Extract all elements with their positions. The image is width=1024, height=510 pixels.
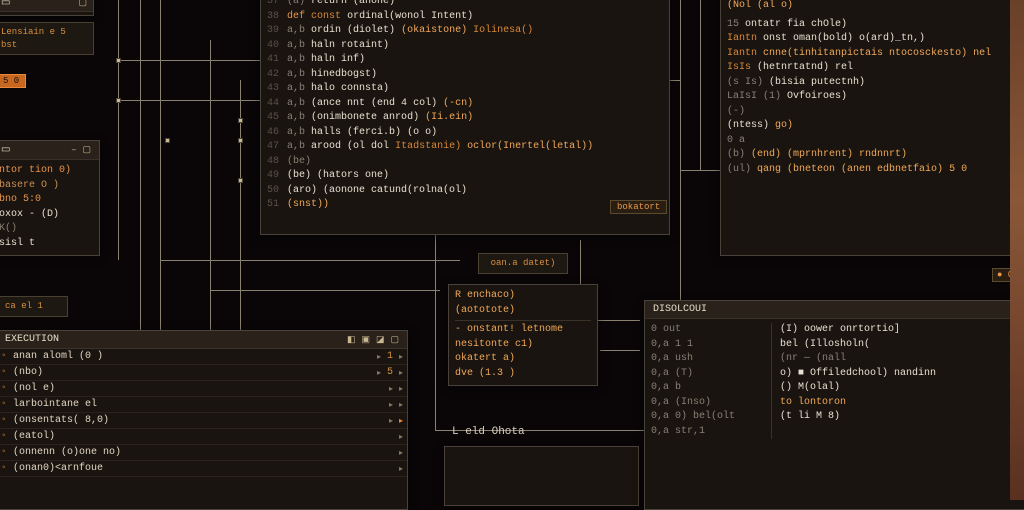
panel-popup: R enchaco) (aototote) - onstant! letnome… xyxy=(448,284,598,386)
line: - onstant! letnome xyxy=(455,323,591,338)
line: 0,a b xyxy=(651,381,761,396)
code-line: 47a,b arood (ol dol Itadstanie) oclor(In… xyxy=(267,140,663,155)
panel-right-top: (Nol (al o) 15 ontatr fia chOle) Iantn o… xyxy=(720,0,1024,256)
code-line: 50(aro) (aonone catund(rolna(ol) xyxy=(267,184,663,199)
line: 0,a (Inso) xyxy=(651,396,761,411)
line: (nr — (nall xyxy=(780,352,1023,367)
left-slice: Lensiain e 5 bst xyxy=(0,22,94,55)
left-tiny-label: ca el 1 xyxy=(0,296,68,317)
line: sisl t xyxy=(0,237,93,252)
line: 0,a 0) bel(olt xyxy=(651,410,761,425)
line: 0,a (T) xyxy=(651,367,761,382)
close-icon[interactable]: ▢ xyxy=(78,0,87,8)
line: ntor tion 0) xyxy=(0,164,93,179)
line: (aototote) xyxy=(455,304,591,319)
line: bel (Illosholn( xyxy=(780,338,1023,353)
exec-row[interactable]: ◦larbointane el▸▸ xyxy=(0,397,407,413)
panel-main-code: 37(a) return (anone) 38def const ordinal… xyxy=(260,0,670,235)
line: (-) xyxy=(727,105,1023,120)
code-line: 41a,b haln inf) xyxy=(267,53,663,68)
code-line: 37(a) return (anone) xyxy=(267,0,663,10)
line: () M(olal) xyxy=(780,381,1023,396)
line: to lontoron xyxy=(780,396,1023,411)
line: LaIsI (1) Ovfoiroes) xyxy=(727,90,1023,105)
line: 15 ontatr fia chOle) xyxy=(727,18,1023,33)
line: 0,a 1 1 xyxy=(651,338,761,353)
sq-icon[interactable]: ▢ xyxy=(82,145,91,155)
code-line: 51(snst)) xyxy=(267,198,663,213)
text: oan.a datet) xyxy=(485,257,561,270)
exec-row[interactable]: ◦anan aloml (0 )▸1▸ xyxy=(0,349,407,365)
side-label: oan.a datet) xyxy=(478,253,568,274)
code-line: 40a,b haln rotaint) xyxy=(267,39,663,54)
line: (ntess) go) xyxy=(727,119,1023,134)
exec-row[interactable]: ◦(onnenn (o)one no)▸ xyxy=(0,445,407,461)
code-line: 45a,b (onimbonete anrod) (Ii.ein) xyxy=(267,111,663,126)
line: Iantn cnne(tinhitanpictais ntocosckesto)… xyxy=(727,47,1023,62)
line: (b) (end) (mprnhrent) rndnnrt) xyxy=(727,148,1023,163)
icon-a[interactable]: ◧ xyxy=(347,335,356,345)
panel-title: ▭ xyxy=(1,0,10,9)
exec-row[interactable]: ◦(eatol)▸ xyxy=(0,429,407,445)
panel-top-left: ▭ ▢ xyxy=(0,0,94,16)
line: (s Is) (bisia putectnh) xyxy=(727,76,1023,91)
panel-title: EXECUTION xyxy=(5,334,59,345)
panel-below-caption xyxy=(444,446,639,506)
icon-d[interactable]: ▢ xyxy=(390,335,399,345)
line: (Nol (al o) xyxy=(727,0,1023,14)
line: bno 5:0 xyxy=(0,193,93,208)
line: 0,a ush xyxy=(651,352,761,367)
exec-row[interactable]: ◦(onan0)<arnfoue▸ xyxy=(0,461,407,477)
exec-row[interactable]: ◦(nbo)▸5▸ xyxy=(0,365,407,381)
exec-row[interactable]: ◦(onsentats( 8,0)▸▸ xyxy=(0,413,407,429)
panel-title: ▭ xyxy=(1,144,10,156)
line: okatert a) xyxy=(455,352,591,367)
line: dve (1.3 ) xyxy=(455,367,591,382)
panel-execution: EXECUTION ◧ ▣ ◪ ▢ ◦anan aloml (0 )▸1▸ ◦(… xyxy=(0,330,408,510)
line: Iantn onst oman(bold) o(ard)_tn,) xyxy=(727,32,1023,47)
icon-b[interactable]: ▣ xyxy=(361,335,370,345)
panel-right-bottom: DISOLCOUI ⚙ 0 out 0,a 1 1 0,a ush 0,a (T… xyxy=(644,300,1024,510)
text: ca el 1 xyxy=(5,300,61,313)
line: R enchaco) xyxy=(455,289,591,304)
code-line: 43a,b halo connsta) xyxy=(267,82,663,97)
line: (t li M 8) xyxy=(780,410,1023,425)
image-edge xyxy=(1010,0,1024,500)
code-line: 48(be) xyxy=(267,155,663,170)
exec-row[interactable]: ◦(nol e)▸▸ xyxy=(0,381,407,397)
marker-pill: 5 0 xyxy=(0,74,26,88)
line: o) ■ Offiledchool) nandinn xyxy=(780,367,1023,382)
line: 0 out xyxy=(651,323,761,338)
code-line: 38def const ordinal(wonol Intent) xyxy=(267,10,663,25)
line: (ul) qang (bneteon (anen edbnetfaio) 5 0 xyxy=(727,163,1023,178)
line: basere O ) xyxy=(0,179,93,194)
code-line: 49(be) (hators one) xyxy=(267,169,663,184)
line: oxox - (D) xyxy=(0,208,93,223)
line: 0,a str,1 xyxy=(651,425,761,440)
line: IsIs (hetnrtatnd) rel xyxy=(727,61,1023,76)
line: K() xyxy=(0,222,93,237)
line: (I) oower onrtortio] xyxy=(780,323,1023,338)
annotation-tag[interactable]: bokatort xyxy=(610,200,667,214)
line: 0 a xyxy=(727,134,1023,149)
min-icon[interactable]: – xyxy=(71,145,76,155)
code-line: 42a,b hinedbogst) xyxy=(267,68,663,83)
code-line: 46a,b halls (ferci.b) (o o) xyxy=(267,126,663,141)
label-chart-caption: L eld Ohota xyxy=(452,426,525,438)
text: Lensiain e 5 xyxy=(1,26,87,39)
panel-left-mid: ▭ –▢ ntor tion 0) basere O ) bno 5:0 oxo… xyxy=(0,140,100,256)
code-line: 39a,b ordin (diolet) (okaistone) Iolines… xyxy=(267,24,663,39)
panel-title: DISOLCOUI xyxy=(653,304,707,315)
line: nesitonte c1) xyxy=(455,338,591,353)
text: bst xyxy=(1,39,87,52)
code-line: 44a,b (ance nnt (end 4 col) (-cn) xyxy=(267,97,663,112)
icon-c[interactable]: ◪ xyxy=(376,335,385,345)
